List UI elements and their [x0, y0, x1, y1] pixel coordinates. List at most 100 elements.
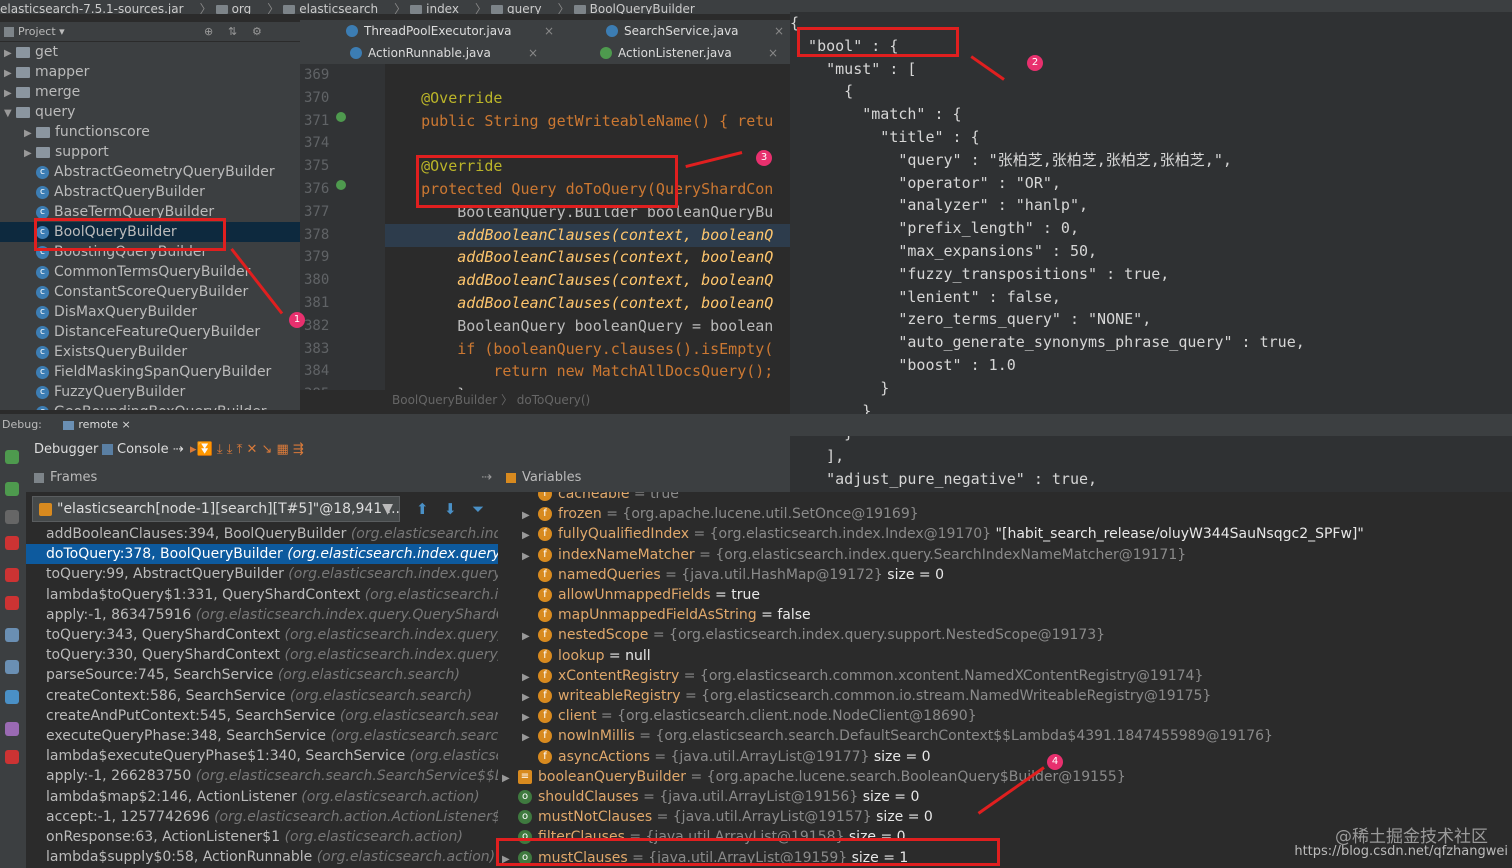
stack-frame[interactable]: toQuery:330, QueryShardContext (org.elas…	[26, 645, 498, 665]
stack-frame[interactable]: lambda$executeQueryPhase$1:340, SearchSe…	[26, 746, 498, 766]
stack-frame[interactable]: addBooleanClauses:394, BoolQueryBuilder …	[26, 524, 498, 544]
mute-breakpoints-icon[interactable]	[5, 596, 19, 610]
stack-frame[interactable]: parseSource:745, SearchService (org.elas…	[26, 665, 498, 685]
stack-frame[interactable]: lambda$toQuery$1:331, QueryShardContext …	[26, 585, 498, 605]
breakpoints-icon[interactable]	[5, 568, 19, 582]
variable-row[interactable]: ▶ f xContentRegistry = {org.elasticsearch.…	[498, 666, 1512, 686]
variable-row[interactable]: o shouldClauses = {java.util.ArrayList@19…	[498, 787, 1512, 807]
tab-actionrunnable[interactable]: ActionRunnable.java ×	[344, 42, 544, 64]
close-icon[interactable]	[5, 750, 19, 764]
variable-row[interactable]: ▶ f nestedScope = {org.elasticsearch.index…	[498, 625, 1512, 645]
tab-debugger[interactable]: Debugger	[34, 436, 98, 464]
code-editor[interactable]: @Override public String getWriteableName…	[385, 64, 790, 390]
tree-item[interactable]: c FuzzyQueryBuilder	[0, 382, 300, 402]
breadcrumb-item[interactable]: query	[490, 2, 548, 14]
stack-frame[interactable]: toQuery:99, AbstractQueryBuilder (org.el…	[26, 564, 498, 584]
tree-item[interactable]: ▶ functionscore	[0, 122, 300, 142]
locate-icon[interactable]: ⊕	[204, 22, 213, 42]
chevron-down-icon[interactable]: ▼	[382, 497, 393, 521]
restore-icon[interactable]: ⇢	[481, 464, 492, 492]
project-panel-header[interactable]: Project ▾ ⚙ ⇅ ⊕	[0, 22, 300, 42]
breadcrumb-item[interactable]: elasticsearch-7.5.1-sources.jar	[0, 2, 190, 14]
variable-row[interactable]: f cacheable = true	[498, 492, 1512, 504]
frame-up-icon[interactable]: ⬆	[416, 500, 429, 518]
expand-arrow-icon[interactable]: ▶	[522, 547, 538, 567]
breadcrumb-item[interactable]: BoolQueryBuilder	[573, 2, 701, 14]
expand-arrow-icon[interactable]: ▶	[502, 769, 518, 789]
debug-session-tab[interactable]: remote ×	[63, 418, 131, 431]
stack-frame[interactable]: lambda$supply$0:58, ActionRunnable (org.…	[26, 847, 498, 867]
variable-row[interactable]: f allowUnmappedFields = true	[498, 585, 1512, 605]
tree-item[interactable]: ▼ query	[0, 102, 300, 122]
breadcrumb-item[interactable]: index	[410, 2, 465, 14]
expand-arrow-icon[interactable]: ▶	[522, 728, 538, 748]
expand-arrow-icon[interactable]: ▶	[522, 668, 538, 688]
expand-arrow-icon[interactable]: ▶	[522, 627, 538, 647]
camera-icon[interactable]	[5, 628, 19, 642]
breadcrumb-item[interactable]: elasticsearch	[283, 2, 384, 14]
breadcrumb-item[interactable]: org	[215, 2, 258, 14]
tree-item[interactable]: c DistanceFeatureQueryBuilder	[0, 322, 300, 342]
stack-frame[interactable]: apply:-1, 266283750 (org.elasticsearch.s…	[26, 766, 498, 786]
tree-item[interactable]: ▶ mapper	[0, 62, 300, 82]
variable-row[interactable]: f mapUnmappedFieldAsString = false	[498, 605, 1512, 625]
stack-frame[interactable]: lambda$map$2:146, ActionListener (org.el…	[26, 787, 498, 807]
tree-item[interactable]: c DisMaxQueryBuilder	[0, 302, 300, 322]
tree-item[interactable]: c FieldMaskingSpanQueryBuilder	[0, 362, 300, 382]
tree-item[interactable]: ▶ merge	[0, 82, 300, 102]
override-marker-icon[interactable]	[336, 180, 346, 190]
frame-down-icon[interactable]: ⬇	[444, 500, 457, 518]
variable-row[interactable]: ▶ f indexNameMatcher = {org.elasticsearch.…	[498, 545, 1512, 565]
tree-item[interactable]: c ExistsQueryBuilder	[0, 342, 300, 362]
close-icon[interactable]: ×	[768, 42, 778, 64]
variable-row[interactable]: ▶ f fullyQualifiedIndex = {org.elasticsear…	[498, 524, 1512, 544]
close-icon[interactable]: ×	[774, 20, 784, 42]
close-icon[interactable]: ×	[544, 20, 554, 42]
step-icons[interactable]: ▸⏬ ⤓ ⤓ ⤒ ✕ ↘ ▦ ⇶	[190, 436, 304, 464]
stack-frame[interactable]: doToQuery:378, BoolQueryBuilder (org.ela…	[26, 544, 498, 565]
variable-row[interactable]: ▶ f client = {org.elasticsearch.client.nod…	[498, 706, 1512, 726]
variable-row[interactable]: f lookup = null	[498, 646, 1512, 666]
variable-row[interactable]: f asyncActions = {java.util.ArrayList@191…	[498, 747, 1512, 767]
filter-icon[interactable]: ⏷	[472, 500, 484, 518]
pause-icon[interactable]	[5, 510, 19, 524]
collapse-icon[interactable]: ⇅	[228, 22, 237, 42]
close-icon[interactable]: ×	[528, 42, 538, 64]
stack-frame[interactable]: toQuery:343, QueryShardContext (org.elas…	[26, 625, 498, 645]
settings-icon[interactable]: ⚙	[252, 22, 262, 42]
layout-icon[interactable]	[5, 660, 19, 674]
tree-item[interactable]: c GeoBoundingBoxQueryBuilder	[0, 402, 300, 410]
gear-icon[interactable]	[5, 690, 19, 704]
expand-arrow-icon[interactable]: ▶	[522, 526, 538, 546]
tree-item[interactable]: c AbstractGeometryQueryBuilder	[0, 162, 300, 182]
stack-frame[interactable]: accept:-1, 1257742696 (org.elasticsearch…	[26, 807, 498, 827]
stack-frame[interactable]: createAndPutContext:545, SearchService (…	[26, 706, 498, 726]
expand-arrow-icon[interactable]: ▶	[522, 708, 538, 728]
rerun-icon[interactable]	[5, 450, 19, 464]
stop-icon[interactable]	[5, 536, 19, 550]
stack-frame[interactable]: executeQueryPhase:348, SearchService (or…	[26, 726, 498, 746]
pin-icon[interactable]	[5, 722, 19, 736]
tab-threadpoolexecutor[interactable]: ThreadPoolExecutor.java ×	[340, 20, 560, 42]
expand-arrow-icon[interactable]: ▶	[522, 688, 538, 708]
resume-icon[interactable]	[5, 482, 19, 496]
variable-row[interactable]: ▶ f frozen = {org.apache.lucene.util.SetOn…	[498, 504, 1512, 524]
override-marker-icon[interactable]	[336, 112, 346, 122]
expand-arrow-icon[interactable]: ▶	[522, 506, 538, 526]
stack-frame[interactable]: createContext:586, SearchService (org.el…	[26, 686, 498, 706]
thread-selector[interactable]: "elasticsearch[node-1][search][T#5]"@18,…	[32, 496, 400, 522]
tab-actionlistener[interactable]: ActionListener.java ×	[594, 42, 784, 64]
variable-row[interactable]: f namedQueries = {java.util.HashMap@19172…	[498, 565, 1512, 585]
tab-searchservice[interactable]: SearchService.java ×	[600, 20, 790, 42]
variable-row[interactable]: ▶ f nowInMillis = {org.elasticsearch.searc…	[498, 726, 1512, 746]
tree-item[interactable]: ▶ support	[0, 142, 300, 162]
variable-row[interactable]: ▶ f writeableRegistry = {org.elasticsearch…	[498, 686, 1512, 706]
tree-item[interactable]: c ConstantScoreQueryBuilder	[0, 282, 300, 302]
stack-frame[interactable]: onResponse:63, ActionListener$1 (org.ela…	[26, 827, 498, 847]
frame-method: apply:-1, 266283750	[46, 768, 192, 785]
stack-frame[interactable]: apply:-1, 863475916 (org.elasticsearch.i…	[26, 605, 498, 625]
tab-console[interactable]: Console ⇢	[102, 436, 184, 464]
tree-item[interactable]: c AbstractQueryBuilder	[0, 182, 300, 202]
tree-item[interactable]: ▶ get	[0, 42, 300, 62]
variable-row[interactable]: ▶ ≡ booleanQueryBuilder = {org.apache.luce…	[498, 767, 1512, 787]
